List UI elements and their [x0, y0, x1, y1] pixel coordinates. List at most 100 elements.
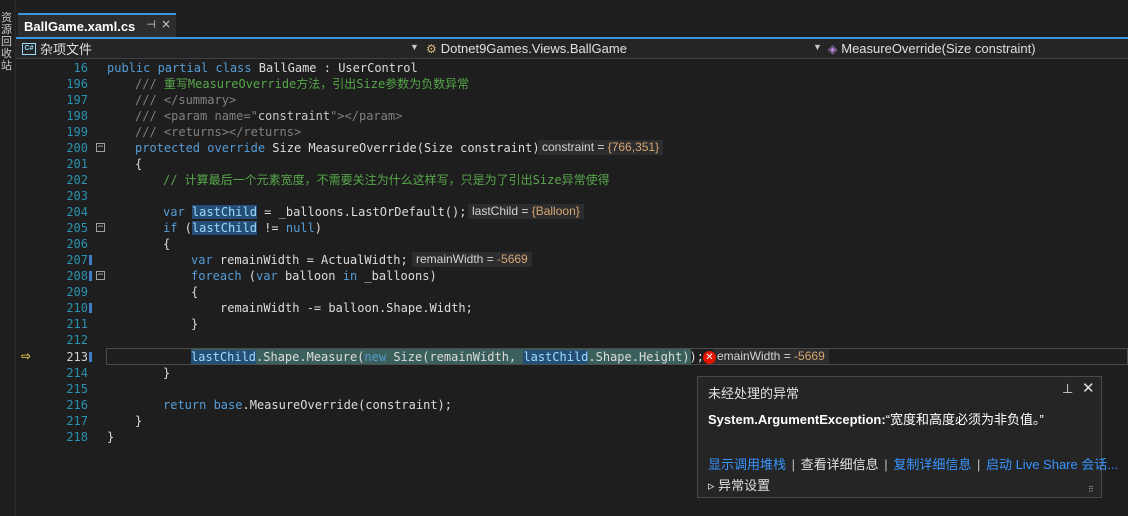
line-number: 209 — [66, 285, 88, 299]
exception-links: 显示调用堆栈 | 查看详细信息 | 复制详细信息 | 启动 Live Share… — [708, 454, 1118, 473]
collapse-icon[interactable]: − — [96, 271, 105, 280]
project-dropdown[interactable]: C# 杂项文件 — [22, 39, 420, 58]
csharp-file-icon: C# — [22, 42, 36, 55]
line-number: 215 — [66, 382, 88, 396]
code-text: var lastChild = _balloons.LastOrDefault(… — [163, 205, 467, 219]
tab-title: BallGame.xaml.cs — [24, 18, 136, 34]
exception-settings-expander[interactable]: ▹ 异常设置 — [708, 475, 770, 494]
datatip-lastchild[interactable]: lastChild = {Balloon} — [468, 204, 584, 219]
line-number: 198 — [66, 109, 88, 123]
project-dropdown-arrow-icon[interactable]: ▼ — [410, 42, 419, 52]
code-line[interactable]: 210 remainWidth -= balloon.Shape.Width; — [16, 300, 1128, 316]
line-number: 212 — [66, 333, 88, 347]
datatip-remainwidth[interactable]: remainWidth = -5669 — [412, 252, 532, 267]
side-panel-strip[interactable]: 资源回收站 — [0, 0, 16, 516]
line-number: 197 — [66, 93, 88, 107]
code-line[interactable]: 208 − foreach (var balloon in _balloons) — [16, 268, 1128, 284]
code-text: { — [191, 285, 199, 299]
link-separator: | — [791, 457, 796, 472]
line-number: 207 — [66, 253, 88, 267]
datatip-name: emainWidth = — [717, 349, 795, 363]
code-text: public partial class BallGame : UserCont… — [107, 61, 418, 75]
error-icon[interactable]: ✕ — [703, 351, 716, 364]
line-number: 16 — [73, 61, 88, 75]
code-line[interactable]: 209 { — [16, 284, 1128, 300]
line-number: 206 — [66, 237, 88, 251]
code-text: remainWidth -= balloon.Shape.Width; — [220, 301, 473, 315]
code-text: return base.MeasureOverride(constraint); — [163, 398, 452, 412]
code-line[interactable]: 16 public partial class BallGame : UserC… — [16, 60, 1128, 76]
navigation-bar: C# 杂项文件 ▼ ⚙ Dotnet9Games.Views.BallGame … — [16, 39, 1128, 59]
code-line-current[interactable]: 213 lastChild.Shape.Measure(new Size(rem… — [16, 349, 1128, 365]
method-icon: ◈ — [828, 41, 838, 56]
code-line[interactable]: 201 { — [16, 156, 1128, 172]
code-text: protected override Size MeasureOverride(… — [135, 141, 540, 155]
pin-icon[interactable]: ⊥ — [1062, 381, 1073, 397]
close-icon[interactable]: ✕ — [1082, 379, 1095, 397]
line-number: 217 — [66, 414, 88, 428]
exception-title: 未经处理的异常 — [708, 386, 800, 401]
code-line[interactable]: 199 /// <returns></returns> — [16, 124, 1128, 140]
change-marker — [89, 255, 92, 265]
side-panel-label[interactable]: 资源回收站 — [1, 12, 13, 72]
datatip-name: lastChild = — [472, 204, 532, 218]
class-label: Dotnet9Games.Views.BallGame — [440, 41, 627, 56]
class-dropdown[interactable]: ⚙ Dotnet9Games.Views.BallGame — [426, 39, 814, 58]
code-text: } — [107, 430, 115, 444]
tab-ballgame-xaml-cs[interactable]: BallGame.xaml.cs ⊣ × — [18, 13, 176, 37]
exception-settings-label: 异常设置 — [718, 478, 771, 493]
code-text: /// <param name="constraint"></param> — [135, 109, 403, 123]
copy-details-link[interactable]: 复制详细信息 — [893, 457, 971, 472]
line-number: 200 — [66, 141, 88, 155]
datatip-remainwidth-current[interactable]: emainWidth = -5669 — [713, 349, 829, 364]
datatip-constraint[interactable]: constraint = {766,351} — [538, 140, 664, 155]
link-separator: | — [884, 457, 888, 472]
start-live-share-link[interactable]: 启动 Live Share 会话... — [986, 457, 1118, 472]
class-icon: ⚙ — [426, 41, 437, 56]
datatip-value: -5669 — [794, 349, 825, 363]
code-line[interactable]: 205 − if (lastChild != null) — [16, 220, 1128, 236]
code-line[interactable]: 211 } — [16, 316, 1128, 332]
view-details-link[interactable]: 查看详细信息 — [801, 457, 879, 472]
code-line[interactable]: 196 /// 重写MeasureOverride方法，引出Size参数为负数异… — [16, 76, 1128, 92]
line-number: 204 — [66, 205, 88, 219]
code-text: /// <returns></returns> — [135, 125, 302, 139]
line-number: 218 — [66, 430, 88, 444]
exception-message: System.ArgumentException:“宽度和高度必须为非负值。” — [708, 409, 1044, 428]
line-number: 213 — [66, 350, 88, 364]
collapse-icon[interactable]: − — [96, 143, 105, 152]
code-line[interactable]: 207 var remainWidth = ActualWidth; remai… — [16, 252, 1128, 268]
exception-text: “宽度和高度必须为非负值。” — [885, 412, 1044, 427]
member-label: MeasureOverride(Size constraint) — [841, 41, 1036, 56]
resize-grip-icon[interactable]: ⠿ — [1088, 485, 1094, 494]
show-call-stack-link[interactable]: 显示调用堆栈 — [708, 457, 786, 472]
change-marker — [89, 352, 92, 362]
class-dropdown-arrow-icon[interactable]: ▼ — [813, 42, 822, 52]
code-line[interactable]: 197 /// </summary> — [16, 92, 1128, 108]
pin-tab-icon[interactable]: ⊣ — [146, 18, 156, 31]
collapse-icon[interactable]: − — [96, 223, 105, 232]
line-number: 202 — [66, 173, 88, 187]
code-line[interactable]: 198 /// <param name="constraint"></param… — [16, 108, 1128, 124]
code-text: if (lastChild != null) — [163, 221, 322, 235]
code-text: /// 重写MeasureOverride方法，引出Size参数为负数异常 — [135, 77, 470, 91]
link-separator: | — [976, 457, 981, 472]
change-marker — [89, 303, 92, 313]
line-number: 201 — [66, 157, 88, 171]
line-number: 210 — [66, 301, 88, 315]
member-dropdown[interactable]: ◈ MeasureOverride(Size constraint) — [828, 39, 1128, 58]
line-number: 214 — [66, 366, 88, 380]
code-text: } — [135, 414, 143, 428]
datatip-value: {766,351} — [607, 140, 660, 154]
code-text: /// </summary> — [135, 93, 237, 107]
datatip-name: constraint = — [542, 140, 608, 154]
code-line[interactable]: 206 { — [16, 236, 1128, 252]
code-text: lastChild.Shape.Measure(new Size(remainW… — [191, 350, 704, 364]
close-tab-icon[interactable]: × — [161, 17, 171, 31]
code-text: foreach (var balloon in _balloons) — [191, 269, 437, 283]
code-line[interactable]: 212 — [16, 332, 1128, 348]
code-line[interactable]: 203 — [16, 188, 1128, 204]
code-line[interactable]: 202 // 计算最后一个元素宽度，不需要关注为什么这样写，只是为了引出Size… — [16, 172, 1128, 188]
code-line[interactable]: 200 − protected override Size MeasureOve… — [16, 140, 1128, 156]
code-line[interactable]: 204 var lastChild = _balloons.LastOrDefa… — [16, 204, 1128, 220]
